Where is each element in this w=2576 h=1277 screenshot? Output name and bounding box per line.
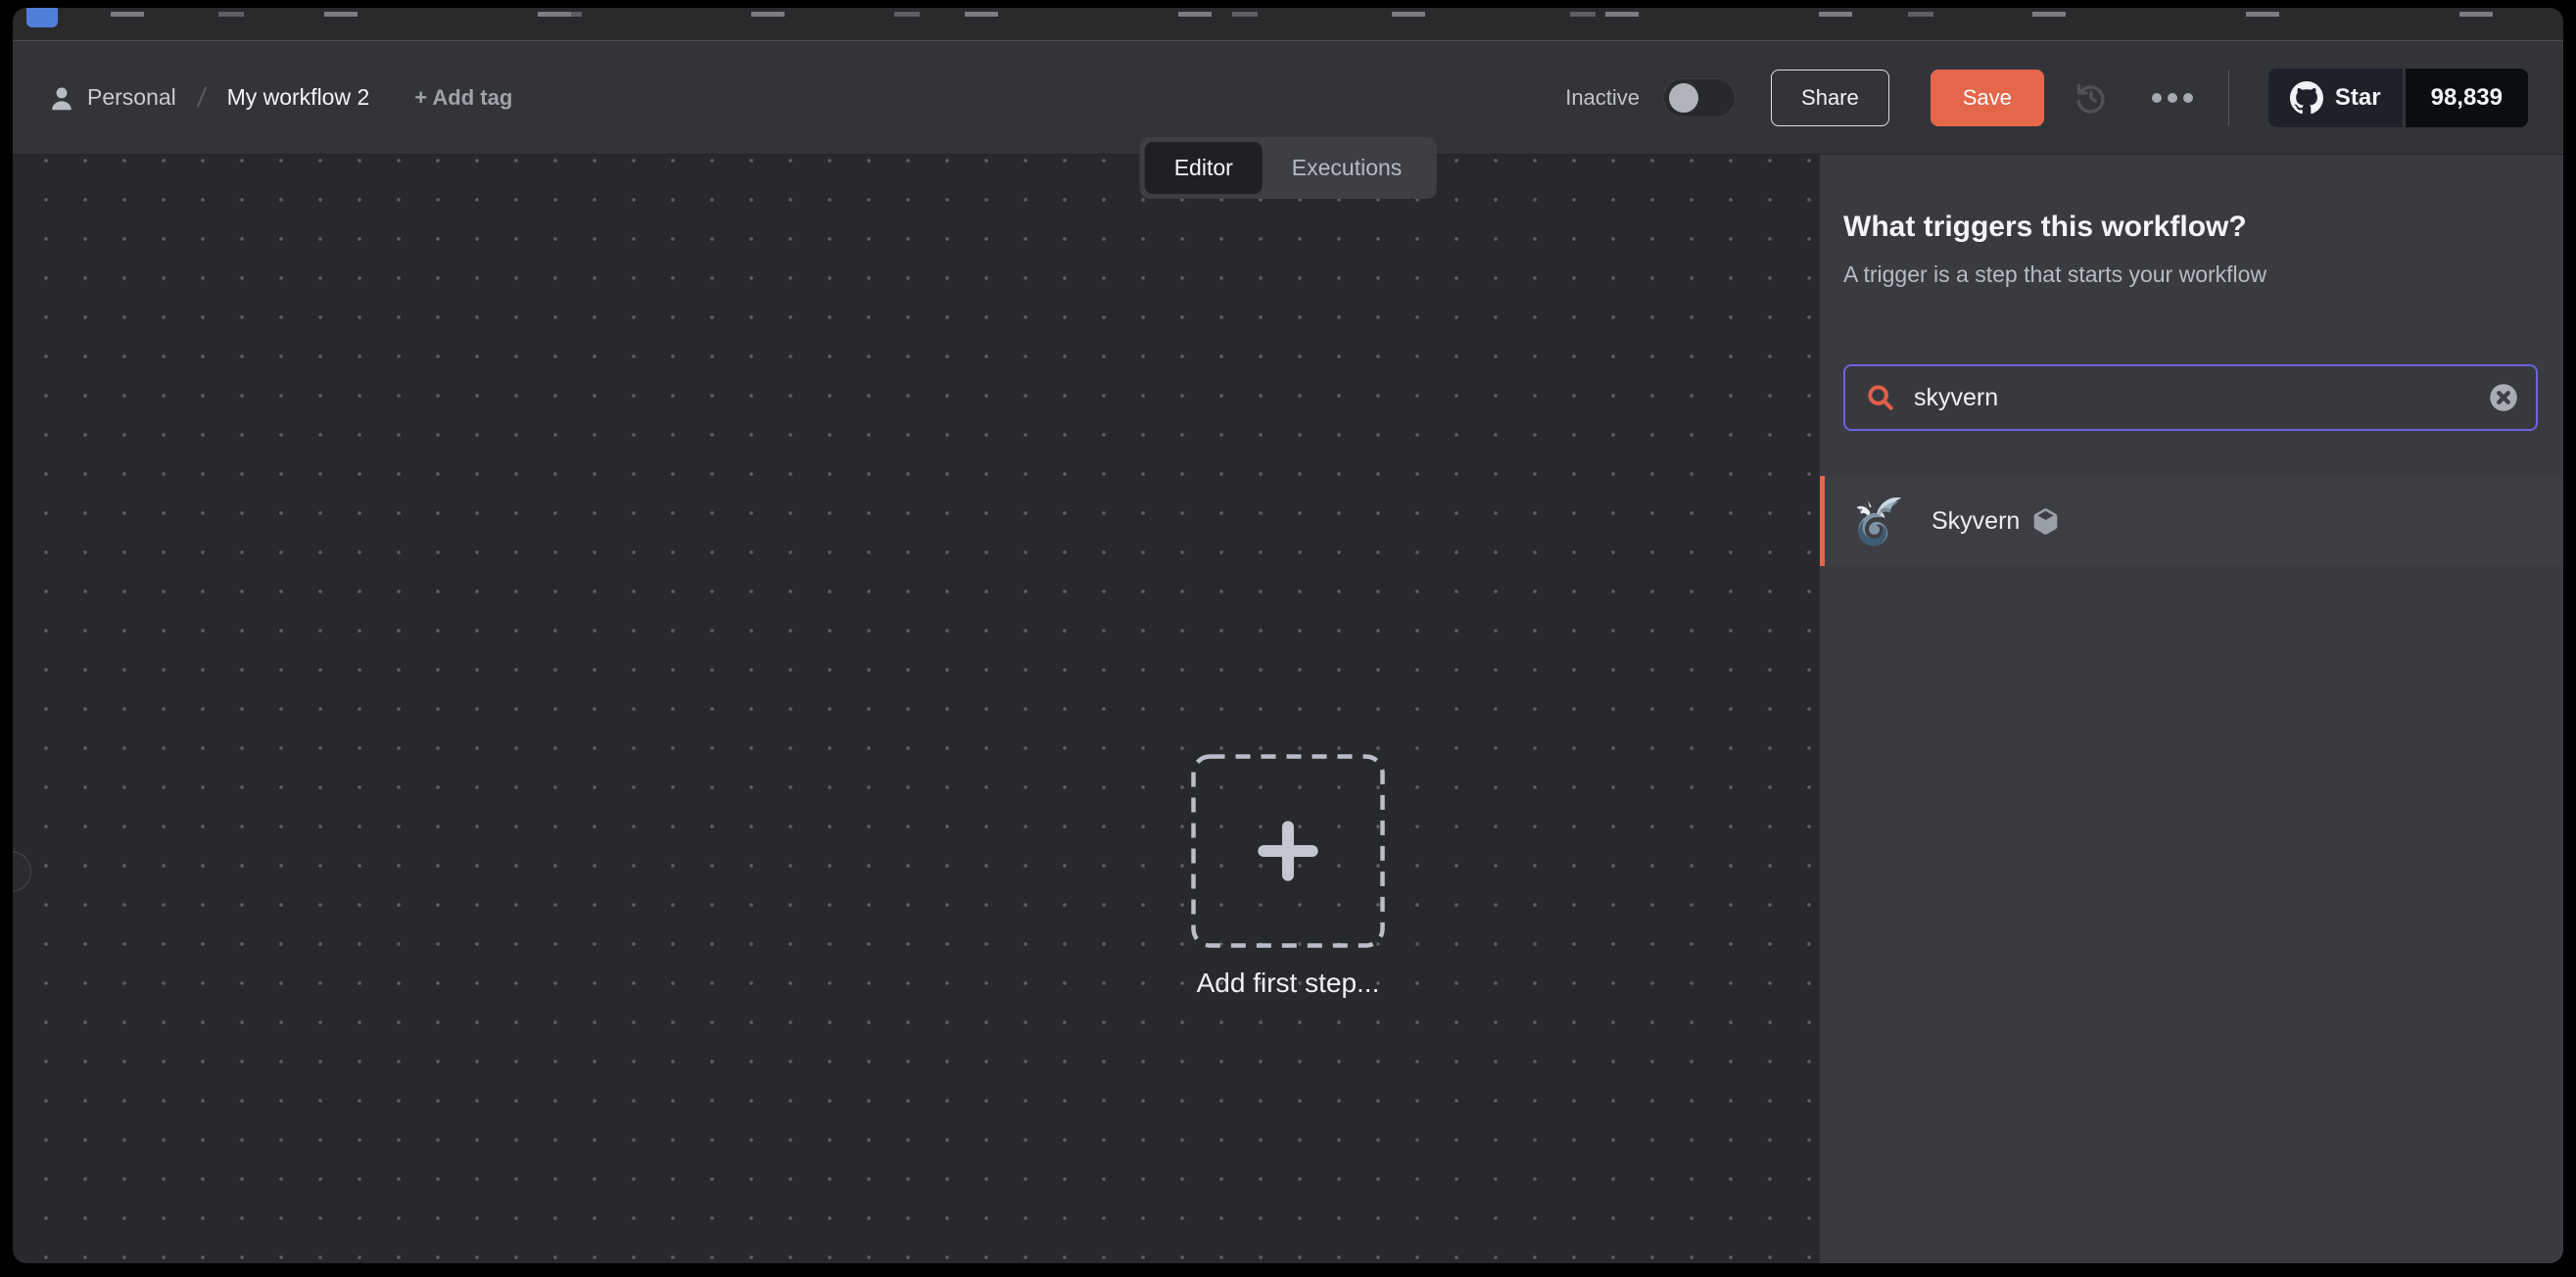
clear-search-icon[interactable] [2489, 383, 2518, 412]
breadcrumb: Personal / My workflow 2 + Add tag [48, 82, 512, 114]
history-icon[interactable] [2072, 78, 2111, 118]
tab-editor[interactable]: Editor [1145, 142, 1263, 194]
result-accent-bar [1820, 476, 1825, 566]
breadcrumb-owner[interactable]: Personal [87, 84, 176, 111]
browser-logo-fragment [26, 8, 58, 27]
view-tabs: Editor Executions [1140, 137, 1437, 199]
github-star-button[interactable]: Star [2268, 69, 2403, 127]
dashed-border [1191, 754, 1385, 948]
trigger-panel: What triggers this workflow? A trigger i… [1819, 155, 2563, 1263]
github-icon [2290, 81, 2323, 115]
node-search-box [1843, 364, 2538, 431]
more-options-icon[interactable] [2150, 91, 2195, 105]
workflow-name[interactable]: My workflow 2 [227, 84, 370, 111]
add-first-step-label: Add first step... [1197, 968, 1380, 999]
browser-tab-strip [13, 8, 2563, 41]
panel-title: What triggers this workflow? [1843, 209, 2538, 246]
browser-tab-slivers [111, 12, 2534, 17]
save-button[interactable]: Save [1931, 70, 2044, 126]
github-star-label: Star [2335, 84, 2381, 112]
panel-subtitle: A trigger is a step that starts your wor… [1843, 260, 2538, 289]
result-name: Skyvern [1932, 507, 2020, 536]
tab-executions[interactable]: Executions [1263, 142, 1432, 194]
add-first-step: Add first step... [1191, 754, 1385, 999]
community-node-icon [2032, 508, 2059, 535]
github-star-count[interactable]: 98,839 [2406, 69, 2528, 127]
app-window: Personal / My workflow 2 + Add tag Inact… [13, 8, 2563, 1263]
search-input[interactable] [1914, 384, 2489, 412]
skyvern-dragon-icon [1849, 493, 1906, 549]
add-first-step-button[interactable] [1191, 754, 1385, 948]
search-icon [1865, 382, 1896, 413]
result-row-skyvern[interactable]: Skyvern [1820, 476, 2563, 566]
activation-toggle[interactable] [1663, 78, 1736, 118]
search-results: Skyvern [1820, 476, 2563, 566]
toggle-knob [1669, 83, 1698, 113]
add-tag-button[interactable]: + Add tag [414, 85, 512, 111]
header-actions: Inactive Share Save Star [1565, 69, 2528, 127]
main-area: Add first step... What triggers this wor… [13, 155, 2563, 1263]
github-star-widget[interactable]: Star 98,839 [2268, 69, 2528, 127]
user-icon [48, 84, 75, 112]
activation-status-label: Inactive [1565, 85, 1640, 111]
breadcrumb-separator: / [196, 82, 208, 114]
header-divider [2228, 70, 2229, 126]
share-button[interactable]: Share [1771, 70, 1889, 126]
